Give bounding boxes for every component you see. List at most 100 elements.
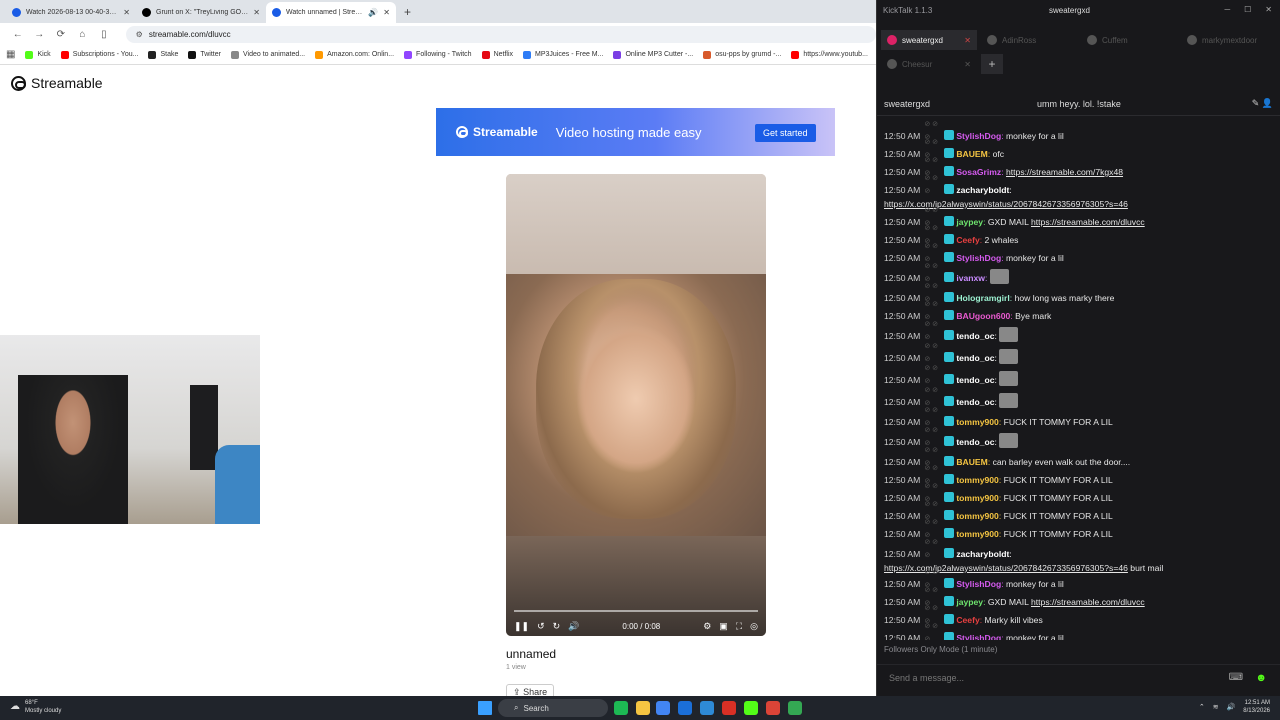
avatar [887,35,897,45]
bookmark-item[interactable]: Kick [25,50,51,59]
windows-taskbar: ☁ 68°F Mostly cloudy ⌕ Search ⌃ ≋ 🔊 12:5… [0,696,1280,720]
bookmark-item[interactable]: Stake [148,50,178,59]
pause-icon[interactable]: ❚❚ [514,621,529,632]
bookmark-item[interactable]: Subscriptions - You... [60,50,138,59]
weather-widget[interactable]: ☁ 68°F Mostly cloudy [10,699,61,715]
message-username[interactable]: StylishDog [956,633,1001,640]
sidebar-icon[interactable]: ▯ [98,29,110,40]
message-username[interactable]: zacharyboldt [956,185,1009,195]
windows-start-icon[interactable] [478,701,492,715]
system-tray: ⌃ ≋ 🔊 12:51 AM 8/13/2026 [1199,699,1270,715]
url-bar[interactable]: ⚙ streamable.com/dluvcc [125,25,876,43]
video-progress-bar[interactable] [514,610,758,612]
bookmark-item[interactable]: Twitter [188,50,221,59]
share-button[interactable]: ⇪ Share [506,684,555,696]
wifi-icon[interactable]: ≋ [1213,703,1219,711]
rewind-icon[interactable]: ↺ [537,621,545,632]
chrome-icon[interactable] [656,701,670,715]
close-tab-icon[interactable]: ✕ [383,8,390,17]
speaker-icon[interactable]: 🔊 [368,8,378,17]
spotify-icon[interactable] [614,701,628,715]
kicktalk-window: KickTalk 1.1.3 sweatergxd ─ ☐ ✕ sweaterg… [876,0,1280,696]
chevron-up-icon[interactable]: ⌃ [1199,703,1205,711]
emote-icon[interactable]: ☻ [1255,672,1267,684]
settings-icon[interactable]: ⚙ [703,621,711,632]
get-started-button[interactable]: Get started [755,124,816,142]
chrome-icon[interactable] [766,701,780,715]
streamable-favicon-icon [12,8,21,17]
bookmark-item[interactable]: osu-pps by grumd -... [703,50,781,59]
mod-actions-icon[interactable]: ⊘ ⊘ ⊘ [924,536,944,562]
bookmark-item[interactable]: Online MP3 Cutter -... [613,50,693,59]
close-tab-icon[interactable]: ✕ [123,8,130,17]
close-tab-icon[interactable]: ✕ [253,8,260,17]
tab-markymextdoor[interactable]: markymextdoor [1181,30,1277,50]
video-player[interactable]: ❚❚ ↺ ↻ 🔊 0:00 / 0:08 ⚙ ▣ ⛶ ◎ [506,174,766,636]
site-info-icon[interactable]: ⚙ [136,30,143,39]
close-icon[interactable]: ✕ [964,36,971,45]
url-text: streamable.com/dluvcc [148,29,231,39]
browser-tab[interactable]: Watch 2026-08-13 00-40-39 | S ✕ [6,2,136,23]
bookmarks-bar: ▦ Kick Subscriptions - You... Stake Twitter… [0,45,876,65]
logged-in-user[interactable]: sweatergxd [1049,6,1090,15]
volume-icon[interactable]: 🔊 [568,621,579,632]
chat-message[interactable]: 12:50 AM⊘ ⊘ ⊘ StylishDog: monkey for a li… [884,620,1274,640]
forward-icon[interactable]: → [34,29,46,40]
bookmark-item[interactable]: https://www.youtub... [791,50,868,59]
followers-mode-notice: Followers Only Mode (1 minute) [884,645,998,654]
taskbar-search[interactable]: ⌕ Search [498,699,608,717]
store-icon[interactable] [700,701,714,715]
streamable-logo[interactable]: Streamable [11,75,103,91]
streamable-page: Streamable Streamable Video hosting made… [0,66,876,696]
ad-banner[interactable]: Streamable Video hosting made easy Get s… [436,108,835,156]
new-tab-button[interactable]: + [396,2,419,23]
reload-icon[interactable]: ⟳ [55,29,67,40]
stream-title: umm heyy. lol. !stake [1037,98,1121,109]
bookmark-item[interactable]: Netflix [481,50,513,59]
browser-tab-active[interactable]: Watch unnamed | Streama 🔊 ✕ [266,2,396,23]
minimize-icon[interactable]: ─ [1224,5,1230,14]
tab-adinross[interactable]: AdinRoss [981,30,1077,50]
pip-icon[interactable]: ▣ [719,621,728,632]
close-icon[interactable]: ✕ [964,60,971,69]
user-icon[interactable]: ✎ 👤 [1252,98,1273,109]
home-icon[interactable]: ⌂ [77,29,89,40]
browser-tab[interactable]: Grunt on X: "TreyLiving GOES ✕ [136,2,266,23]
channel-name[interactable]: sweatergxd [884,99,930,109]
mod-actions-icon[interactable]: ⊘ ⊘ ⊘ [924,620,944,640]
file-explorer-icon[interactable] [636,701,650,715]
share-label: Share [523,687,548,696]
apps-grid-icon[interactable]: ▦ [6,49,15,60]
bookmark-item[interactable]: Following - Twitch [404,50,472,59]
message-text: monkey for a lil [1005,633,1064,640]
message-username[interactable]: zacharyboldt [956,549,1009,559]
maximize-icon[interactable]: ☐ [1244,5,1251,14]
x-favicon-icon [142,8,151,17]
tab-cheesur[interactable]: Cheesur ✕ [881,54,977,74]
back-icon[interactable]: ← [12,29,24,40]
bookmark-item[interactable]: Amazon.com: Onlin... [315,50,394,59]
username-separator: : [1009,549,1012,559]
chat-input[interactable]: Send a message... ⌨ ☻ [877,664,1280,690]
forward-skip-icon[interactable]: ↻ [553,621,561,632]
bookmark-favicon-icon [404,50,413,59]
kicktalk-icon[interactable] [744,701,758,715]
bookmark-item[interactable]: MP3Juices - Free M... [523,50,603,59]
add-tab-button[interactable]: + [981,54,1003,74]
tab-cuffem[interactable]: Cuffem [1081,30,1177,50]
app-icon[interactable] [722,701,736,715]
volume-icon[interactable]: 🔊 [1227,703,1236,711]
close-icon[interactable]: ✕ [1265,5,1272,14]
fullscreen-icon[interactable]: ⛶ [736,621,742,632]
steam-icon[interactable] [678,701,692,715]
mod-actions-icon[interactable]: ⊘ ⊘ ⊘ [924,172,944,198]
streamable-icon[interactable]: ◎ [750,621,758,632]
doorway [190,385,218,470]
chrome-icon[interactable] [788,701,802,715]
tab-sweatergxd[interactable]: sweatergxd ✕ [881,30,977,50]
bookmark-item[interactable]: Video to animated... [230,50,305,59]
translate-icon[interactable]: ⌨ [1229,672,1243,683]
bookmark-favicon-icon [523,50,532,59]
clock[interactable]: 12:51 AM 8/13/2026 [1243,699,1270,715]
streamable-favicon-icon [272,8,281,17]
